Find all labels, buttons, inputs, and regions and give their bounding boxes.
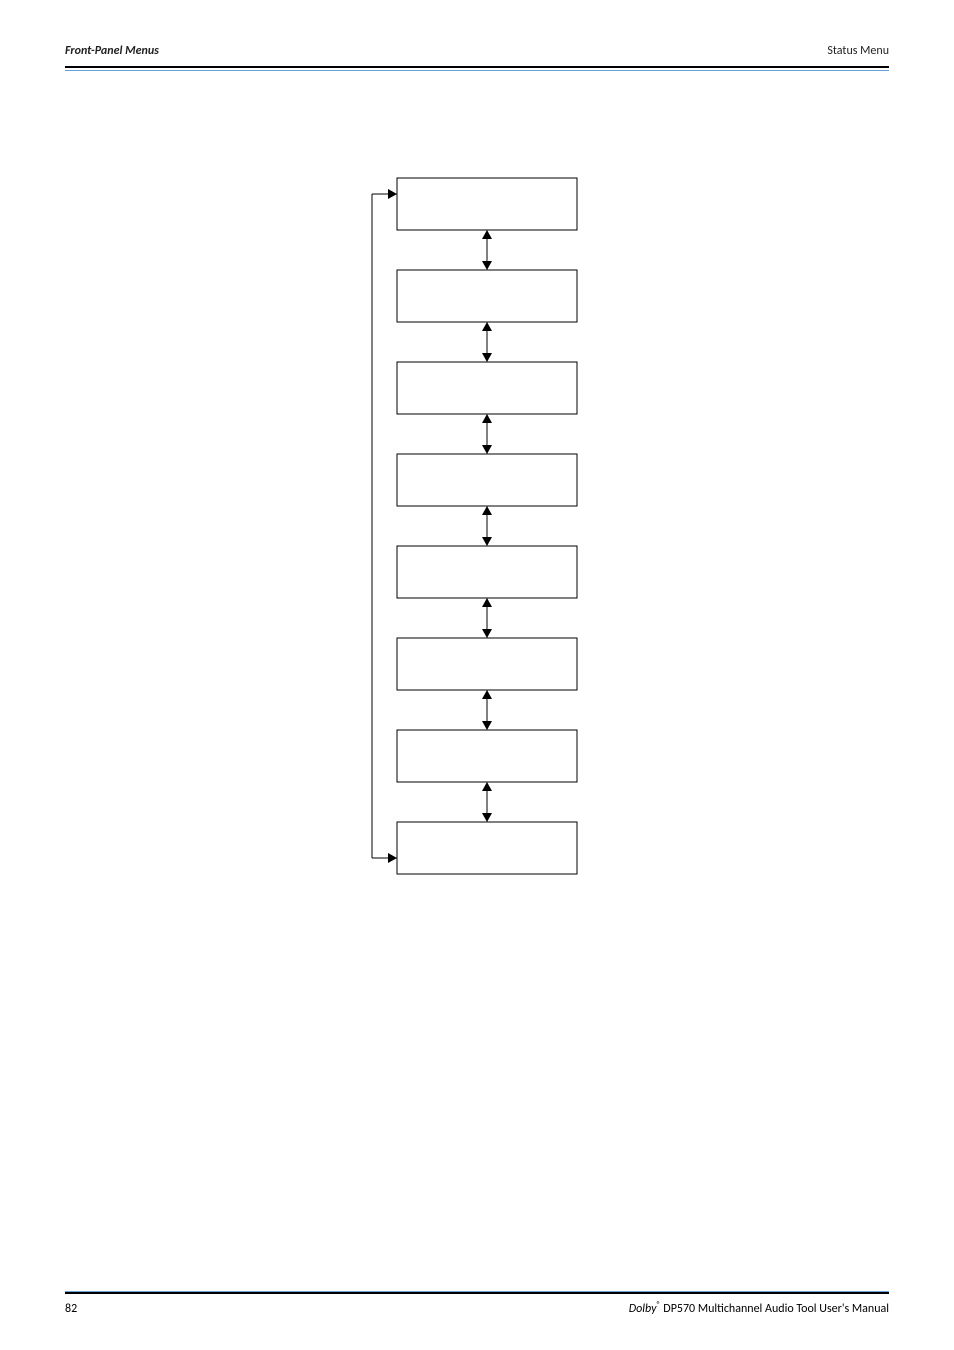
header-right: Status Menu <box>827 44 889 58</box>
menu-box <box>397 822 577 874</box>
footer-title: Dolby® DP570 Multichannel Audio Tool Use… <box>629 1300 889 1316</box>
header-left: Front-Panel Menus <box>65 44 159 58</box>
figure-area <box>65 168 889 894</box>
menu-box <box>397 454 577 506</box>
menu-box <box>397 362 577 414</box>
page-footer: 82 Dolby® DP570 Multichannel Audio Tool … <box>65 1292 889 1316</box>
footer-title-rest: DP570 Multichannel Audio Tool User's Man… <box>661 1302 889 1316</box>
menu-flow-diagram <box>337 168 617 894</box>
menu-box <box>397 546 577 598</box>
menu-box <box>397 270 577 322</box>
menu-box <box>397 178 577 230</box>
menu-box <box>397 638 577 690</box>
page-header: Front-Panel Menus Status Menu <box>65 44 889 68</box>
page-number: 82 <box>65 1302 77 1316</box>
menu-box <box>397 730 577 782</box>
footer-brand: Dolby <box>629 1302 657 1316</box>
